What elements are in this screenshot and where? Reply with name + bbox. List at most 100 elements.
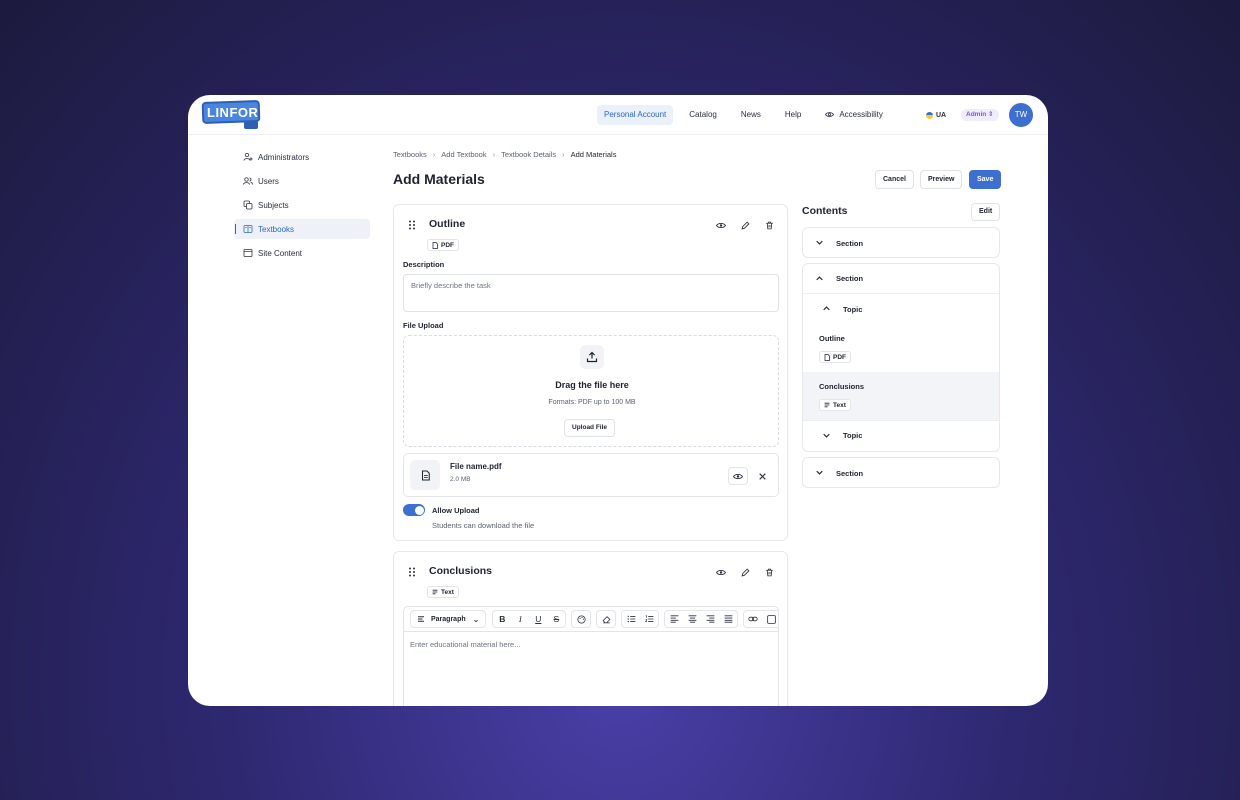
sidebar-item-administrators[interactable]: Administrators	[234, 147, 370, 167]
view-eye-icon[interactable]	[714, 218, 728, 232]
breadcrumb-item[interactable]: Textbooks	[393, 150, 427, 159]
ukraine-flag-icon	[926, 111, 933, 119]
chevron-down-icon: ⌄	[472, 614, 480, 624]
top-header: LINFOR Personal Account Catalog News Hel…	[188, 95, 1048, 135]
cancel-button[interactable]: Cancel	[875, 170, 914, 189]
accessibility-label: Accessibility	[839, 110, 883, 119]
logo-tail	[244, 121, 258, 129]
section-row[interactable]: Section	[803, 264, 999, 294]
sidebar-item-label: Users	[258, 176, 279, 186]
breadcrumb-current: Add Materials	[570, 150, 617, 159]
align-center-icon[interactable]	[683, 611, 701, 627]
sidebar-item-textbooks[interactable]: Textbooks	[234, 219, 370, 239]
underline-icon[interactable]: U	[529, 611, 547, 627]
align-justify-icon[interactable]	[719, 611, 737, 627]
link-group	[743, 610, 778, 628]
text-lines-icon	[432, 589, 438, 595]
close-icon[interactable]	[755, 469, 769, 483]
align-right-icon[interactable]	[701, 611, 719, 627]
card-title: Outline	[429, 218, 466, 230]
edit-pencil-icon[interactable]	[738, 565, 752, 579]
chevron-right-icon: ›	[562, 150, 565, 159]
file-size: 2.0 MB	[450, 476, 471, 483]
sidebar-item-subjects[interactable]: Subjects	[234, 195, 370, 215]
material-card-conclusions: Conclusions Text Paragraph ⌄ B I U S Ent…	[393, 551, 788, 706]
tag-label: Text	[441, 588, 454, 596]
sidebar-item-site-content[interactable]: Site Content	[234, 243, 370, 263]
tag-label: PDF	[833, 353, 846, 361]
card-title: Conclusions	[429, 565, 493, 577]
chevron-down-icon	[816, 470, 823, 475]
dropzone-formats: Formats: PDF up to 100 MB	[548, 399, 636, 406]
section-row[interactable]: Section	[803, 228, 999, 257]
view-eye-icon[interactable]	[714, 565, 728, 579]
preview-eye-icon[interactable]	[728, 467, 748, 485]
topic-row[interactable]: Topic	[803, 294, 999, 324]
contents-section-expanded: Section Topic Outline PDF Conclusions Te…	[802, 263, 1000, 452]
bullet-list-icon[interactable]	[622, 611, 640, 627]
main-nav: Personal Account Catalog News Help Acces…	[597, 105, 890, 125]
description-field[interactable]: Briefly describe the task	[403, 274, 779, 312]
align-group	[664, 610, 739, 628]
image-icon[interactable]	[762, 611, 778, 627]
allow-upload-toggle[interactable]	[403, 504, 425, 516]
edit-pencil-icon[interactable]	[738, 218, 752, 232]
text-lines-icon	[824, 402, 830, 408]
topic-row[interactable]: Topic	[803, 420, 999, 450]
drag-handle-icon[interactable]	[408, 567, 416, 577]
paragraph-select[interactable]: Paragraph ⌄	[410, 610, 487, 628]
chevron-updown-icon: ⇕	[988, 111, 994, 118]
logo-text: LINFOR	[207, 105, 259, 120]
breadcrumb-item[interactable]: Add Textbook	[441, 150, 486, 159]
strikethrough-icon[interactable]: S	[547, 611, 565, 627]
section-label: Section	[836, 468, 864, 478]
sidebar: Administrators Users Subjects Textbooks …	[234, 147, 370, 267]
contents-section-collapsed[interactable]: Section	[802, 457, 1000, 488]
numbered-list-icon[interactable]	[640, 611, 658, 627]
italic-icon[interactable]: I	[511, 611, 529, 627]
nav-accessibility[interactable]: Accessibility	[818, 105, 890, 125]
align-left-icon[interactable]	[665, 611, 683, 627]
upload-file-button[interactable]: Upload File	[564, 419, 616, 437]
drag-handle-icon[interactable]	[408, 220, 416, 230]
section-row[interactable]: Section	[803, 458, 999, 487]
trash-icon[interactable]	[762, 565, 776, 579]
role-label: Admin	[966, 111, 987, 118]
avatar[interactable]: TW	[1009, 103, 1033, 127]
text-format-group: B I U S	[492, 610, 567, 628]
link-icon[interactable]	[744, 611, 762, 627]
subjects-icon	[243, 200, 253, 210]
chevron-down-icon	[823, 433, 830, 438]
page-title: Add Materials	[393, 171, 485, 187]
file-icon	[432, 241, 438, 249]
toggle-knob	[414, 505, 424, 515]
logo[interactable]: LINFOR	[201, 99, 262, 129]
contents-edit-button[interactable]: Edit	[971, 203, 1001, 221]
contents-title: Contents	[802, 205, 848, 217]
preview-button[interactable]: Preview	[920, 170, 963, 189]
breadcrumb-item[interactable]: Textbook Details	[501, 150, 556, 159]
language-switch[interactable]: UA	[923, 109, 949, 121]
rich-text-toolbar: Paragraph ⌄ B I U S	[403, 606, 779, 632]
role-badge[interactable]: Admin ⇕	[961, 109, 999, 121]
topic-label: Topic	[843, 304, 863, 314]
file-dropzone[interactable]: Drag the file here Formats: PDF up to 10…	[403, 335, 779, 447]
eraser-icon[interactable]	[597, 611, 615, 627]
document-icon	[410, 460, 440, 490]
rich-text-editor[interactable]: Enter educational material here...	[403, 631, 779, 706]
save-button[interactable]: Save	[969, 170, 1002, 189]
type-tag-text: Text	[819, 399, 851, 411]
paragraph-select-label: Paragraph	[431, 615, 466, 623]
trash-icon[interactable]	[762, 218, 776, 232]
nav-catalog[interactable]: Catalog	[682, 105, 724, 125]
bold-icon[interactable]: B	[493, 611, 511, 627]
palette-icon[interactable]	[572, 611, 590, 627]
nav-help[interactable]: Help	[778, 105, 808, 125]
nav-personal-account[interactable]: Personal Account	[597, 105, 674, 125]
sidebar-item-label: Site Content	[258, 248, 303, 258]
sidebar-item-users[interactable]: Users	[234, 171, 370, 191]
nav-news[interactable]: News	[734, 105, 768, 125]
contents-section-collapsed[interactable]: Section	[802, 227, 1000, 258]
contents-item-outline[interactable]: Outline PDF	[803, 324, 999, 372]
contents-item-conclusions[interactable]: Conclusions Text	[803, 372, 999, 420]
